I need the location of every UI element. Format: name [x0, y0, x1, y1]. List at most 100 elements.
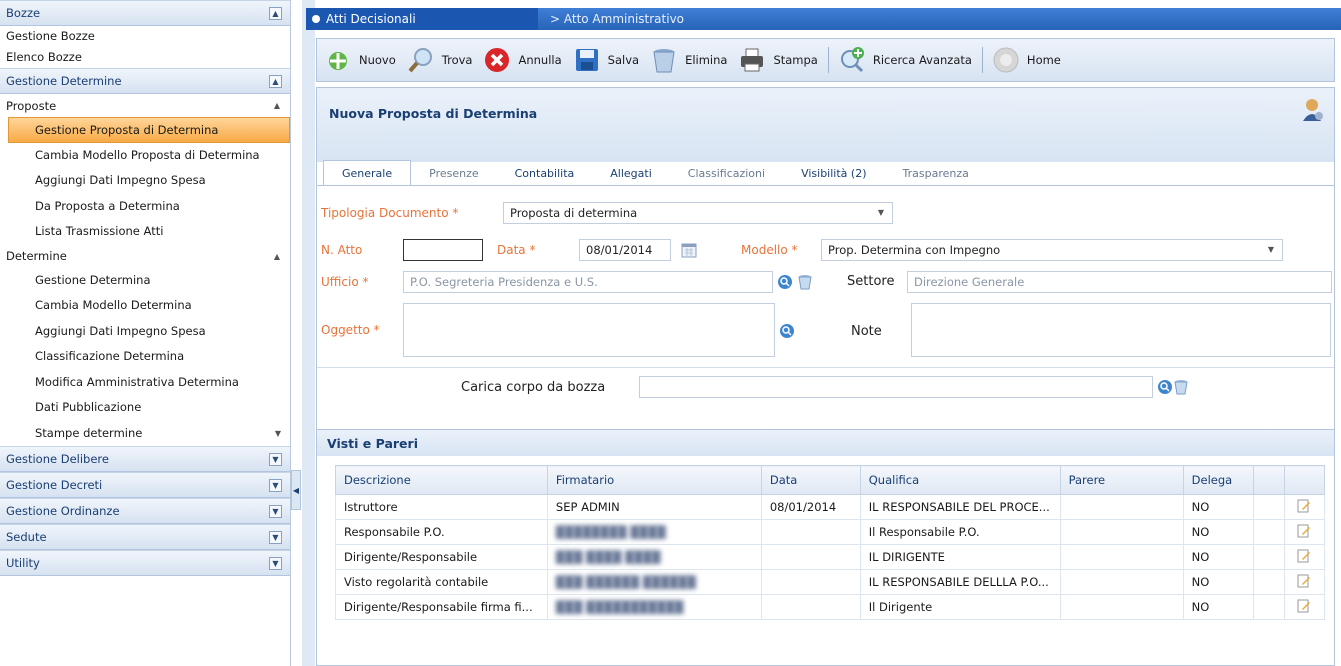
sidebar-item-cambia-modello-determina[interactable]: Cambia Modello Determina	[0, 293, 290, 319]
tab-atto-amministrativo[interactable]: > Atto Amministrativo	[538, 12, 684, 26]
sidebar-item-gestione-bozze[interactable]: Gestione Bozze	[0, 26, 290, 47]
edit-icon[interactable]	[1283, 544, 1326, 570]
sidebar-item-lista-trasmissione[interactable]: Lista Trasmissione Atti	[0, 219, 290, 245]
oggetto-label: Oggetto *	[321, 323, 380, 337]
note-label: Note	[851, 324, 882, 339]
table-row[interactable]: Visto regolarità contabile ███ ██████ ██…	[335, 569, 1326, 595]
sidebar-item-dati-pubblicazione[interactable]: Dati Pubblicazione	[0, 395, 290, 421]
expand-icon[interactable]: ▼	[269, 556, 282, 570]
search-icon	[406, 45, 436, 75]
natto-input[interactable]	[403, 239, 483, 261]
sidebar-item-elenco-bozze[interactable]: Elenco Bozze	[0, 47, 290, 68]
cell-qualifica: Il Responsabile P.O.	[859, 519, 1061, 545]
edit-icon[interactable]	[1283, 594, 1326, 620]
chevron-up-icon[interactable]: ▲	[274, 101, 280, 110]
expand-icon[interactable]: ▼	[269, 478, 282, 492]
splitter	[302, 0, 315, 666]
search-icon[interactable]	[1157, 379, 1173, 395]
sidebar-item-gestione-proposta[interactable]: Gestione Proposta di Determina	[8, 117, 290, 143]
nuovo-button[interactable]: Nuovo	[323, 42, 396, 78]
cell-delega: NO	[1182, 519, 1255, 545]
group-gestione-ordinanze[interactable]: Gestione Ordinanze ▼	[0, 498, 290, 524]
cell-qualifica: IL RESPONSABILE DEL PROCE...	[859, 494, 1061, 520]
tab-classificazioni[interactable]: Classificazioni	[670, 160, 783, 186]
sidebar-item-stampe-determine[interactable]: Stampe determine ▼	[0, 421, 290, 447]
expand-icon[interactable]: ▼	[269, 530, 282, 544]
tab-contabilita[interactable]: Contabilita	[497, 160, 593, 186]
group-bozze[interactable]: Bozze ▲	[0, 0, 290, 26]
table-row[interactable]: Istruttore SEP ADMIN 08/01/2014 IL RESPO…	[335, 494, 1326, 520]
tipologia-select[interactable]: Proposta di determina ▼	[503, 202, 893, 224]
home-button[interactable]: Home	[991, 42, 1061, 78]
chevron-down-icon[interactable]: ▼	[878, 203, 884, 223]
sidebar-item-modifica-amministrativa[interactable]: Modifica Amministrativa Determina	[0, 370, 290, 396]
cell-data	[760, 594, 861, 620]
cell-delega: NO	[1182, 569, 1255, 595]
toolbar-separator	[981, 47, 983, 73]
column-header[interactable]: Qualifica	[859, 465, 1061, 495]
elimina-button[interactable]: Elimina	[649, 42, 727, 78]
edit-icon[interactable]	[1283, 519, 1326, 545]
collapse-icon[interactable]: ▲	[269, 74, 282, 88]
group-sedute[interactable]: Sedute ▼	[0, 524, 290, 550]
section-determine[interactable]: Determine ▲	[0, 245, 290, 268]
tab-visibilita[interactable]: Visibilità (2)	[783, 160, 884, 186]
ricerca-avanzata-button[interactable]: Ricerca Avanzata	[837, 42, 972, 78]
collapse-icon[interactable]: ▲	[269, 6, 282, 20]
carica-input[interactable]	[639, 376, 1153, 398]
trova-button[interactable]: Trova	[406, 42, 472, 78]
chevron-down-icon[interactable]: ▼	[1268, 240, 1274, 260]
cell-firmatario: SEP ADMIN	[546, 494, 762, 520]
column-header[interactable]: Descrizione	[335, 465, 548, 495]
table-row[interactable]: Responsabile P.O. ████████ ████ Il Respo…	[335, 519, 1326, 545]
modello-select[interactable]: Prop. Determina con Impegno ▼	[821, 239, 1283, 261]
sidebar-item-aggiungi-impegno[interactable]: Aggiungi Dati Impegno Spesa	[0, 168, 290, 194]
clear-icon[interactable]	[1173, 379, 1189, 395]
ufficio-input[interactable]: P.O. Segreteria Presidenza e U.S.	[403, 271, 773, 293]
chevron-up-icon[interactable]: ▲	[274, 252, 280, 261]
clear-icon[interactable]	[797, 274, 813, 290]
sidebar-item-da-proposta-a-determina[interactable]: Da Proposta a Determina	[0, 194, 290, 220]
tab-generale[interactable]: Generale	[323, 160, 412, 186]
group-gestione-decreti[interactable]: Gestione Decreti ▼	[0, 472, 290, 498]
cell-firmatario: ███ ██████ ██████	[546, 569, 762, 595]
cell-firmatario: ███ ███████████	[546, 594, 762, 620]
user-icon[interactable]	[1302, 98, 1324, 125]
search-icon[interactable]	[777, 274, 793, 290]
sidebar-item-cambia-modello-proposta[interactable]: Cambia Modello Proposta di Determina	[0, 143, 290, 169]
oggetto-textarea[interactable]	[403, 303, 775, 357]
group-gestione-delibere[interactable]: Gestione Delibere ▼	[0, 446, 290, 472]
sidebar-item-classificazione[interactable]: Classificazione Determina	[0, 344, 290, 370]
edit-icon[interactable]	[1283, 569, 1326, 595]
annulla-button[interactable]: Annulla	[482, 42, 562, 78]
column-header[interactable]: Firmatario	[546, 465, 762, 495]
cell-data	[760, 519, 861, 545]
section-proposte[interactable]: Proposte ▲	[0, 94, 290, 117]
sidebar-collapse-handle[interactable]: ◀	[291, 470, 301, 510]
data-input[interactable]: 08/01/2014	[579, 239, 671, 261]
group-label: Utility	[6, 556, 40, 570]
expand-icon[interactable]: ▼	[269, 504, 282, 518]
group-utility[interactable]: Utility ▼	[0, 550, 290, 576]
scroll-down-icon[interactable]: ▼	[275, 421, 281, 446]
stampa-button[interactable]: Stampa	[737, 42, 818, 78]
tab-trasparenza[interactable]: Trasparenza	[885, 160, 987, 186]
table-row[interactable]: Dirigente/Responsabile ███ ████ ████ IL …	[335, 544, 1326, 570]
edit-icon[interactable]	[1283, 494, 1326, 520]
search-icon[interactable]	[779, 323, 795, 339]
table-row[interactable]: Dirigente/Responsabile firma fi... ███ █…	[335, 594, 1326, 620]
note-textarea[interactable]	[911, 303, 1331, 357]
column-header[interactable]: Delega	[1182, 465, 1255, 495]
calendar-icon[interactable]	[681, 242, 697, 258]
sidebar-item-aggiungi-impegno-determina[interactable]: Aggiungi Dati Impegno Spesa	[0, 319, 290, 345]
column-header[interactable]: Data	[760, 465, 861, 495]
tab-presenze[interactable]: Presenze	[411, 160, 497, 186]
column-header[interactable]: Parere	[1059, 465, 1184, 495]
salva-button[interactable]: Salva	[572, 42, 639, 78]
tab-allegati[interactable]: Allegati	[592, 160, 670, 186]
sidebar-item-gestione-determina[interactable]: Gestione Determina	[0, 268, 290, 294]
settore-input[interactable]: Direzione Generale	[907, 271, 1332, 293]
expand-icon[interactable]: ▼	[269, 452, 282, 466]
tab-atti-decisionali[interactable]: Atti Decisionali	[306, 8, 538, 30]
group-gestione-determine[interactable]: Gestione Determine ▲	[0, 68, 290, 94]
